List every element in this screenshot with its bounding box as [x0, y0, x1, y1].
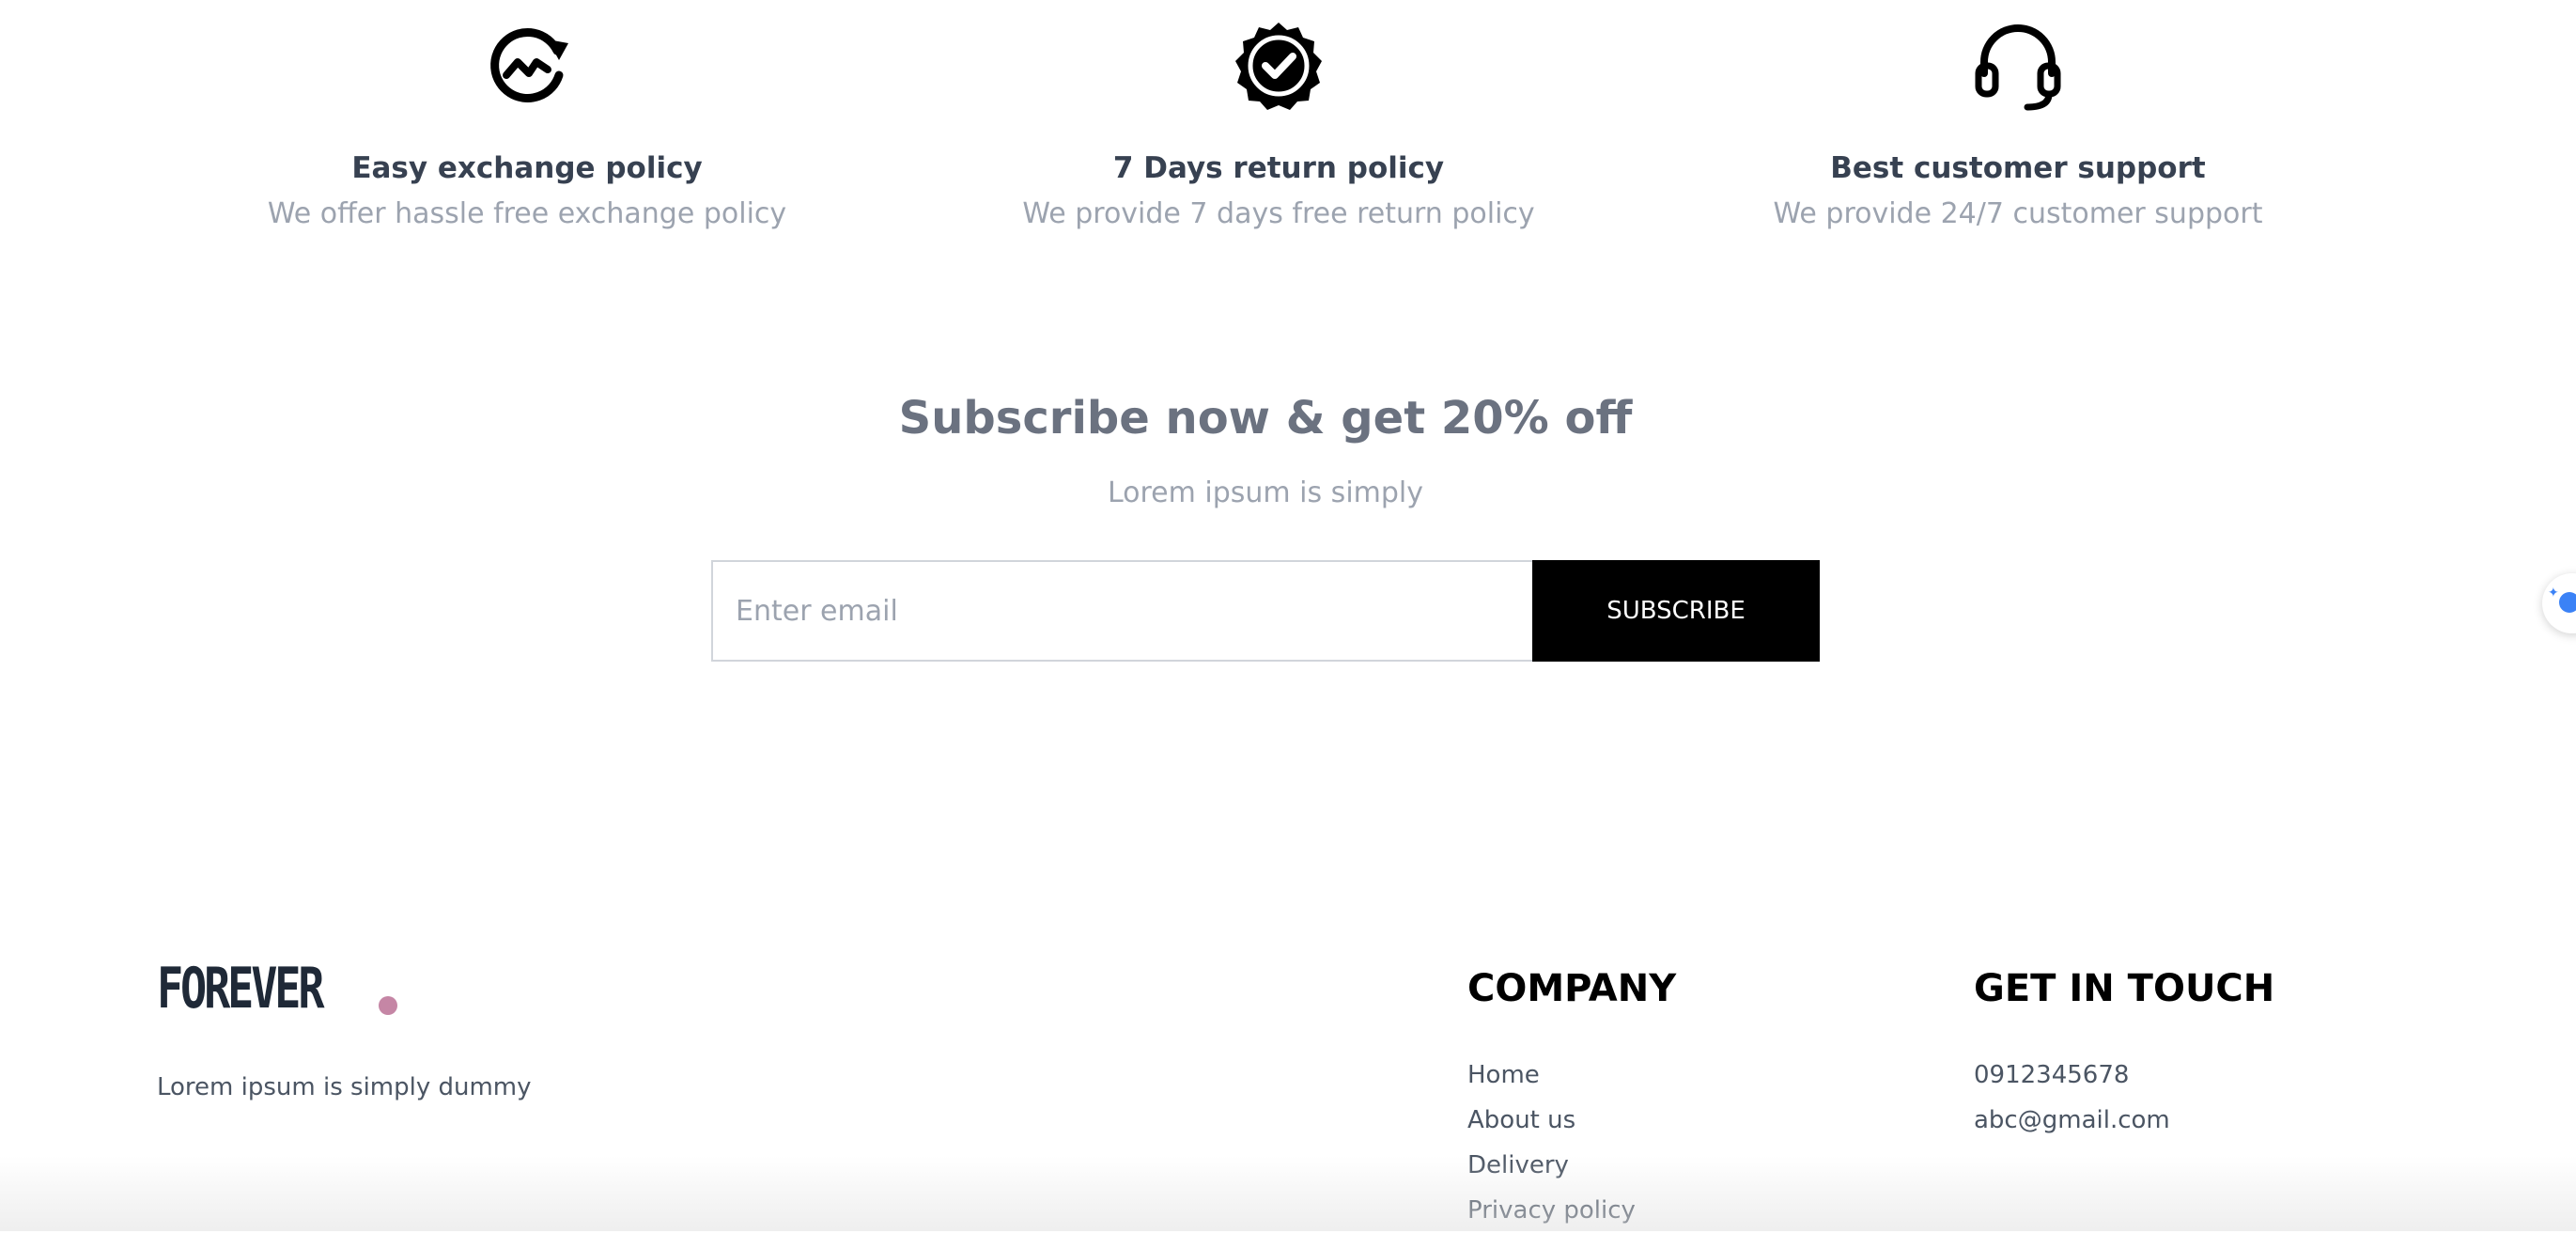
policy-title: Easy exchange policy: [351, 151, 703, 185]
policy-description: We provide 24/7 customer support: [1773, 197, 2263, 230]
policy-title: 7 Days return policy: [1112, 151, 1445, 185]
email-input[interactable]: [711, 560, 1532, 662]
subscribe-title: Subscribe now & get 20% off: [898, 392, 1633, 445]
company-links: Home About us Delivery Privacy policy: [1467, 1053, 1636, 1233]
policy-description: We offer hassle free exchange policy: [267, 197, 787, 230]
exchange-icon: [480, 19, 574, 113]
verified-badge-icon: [1232, 19, 1326, 113]
footer-link-about[interactable]: About us: [1467, 1098, 1636, 1143]
logo-dot: [379, 996, 397, 1015]
contact-heading: GET IN TOUCH: [1974, 967, 2275, 1010]
policy-description: We provide 7 days free return policy: [1022, 197, 1535, 230]
contact-phone[interactable]: 0912345678: [1974, 1053, 2170, 1098]
bottom-shadow: [0, 1156, 2576, 1231]
logo-text: FOREVER: [157, 956, 325, 1022]
widget-icon: [2559, 592, 2576, 613]
subscribe-text: Lorem ipsum is simply: [1107, 476, 1424, 509]
subscribe-button[interactable]: SUBSCRIBE: [1532, 560, 1820, 662]
footer-link-home[interactable]: Home: [1467, 1053, 1636, 1098]
subscribe-form: SUBSCRIBE: [711, 560, 1820, 662]
sparkle-icon: ✦: [2548, 585, 2559, 601]
contact-list: 0912345678 abc@gmail.com: [1974, 1053, 2170, 1143]
footer-description: Lorem ipsum is simply dummy: [157, 1073, 532, 1101]
policy-title: Best customer support: [1830, 151, 2206, 185]
headset-icon: [1971, 19, 2065, 113]
company-heading: COMPANY: [1467, 967, 1677, 1010]
logo[interactable]: FOREVER: [157, 956, 397, 1022]
contact-email[interactable]: abc@gmail.com: [1974, 1098, 2170, 1143]
footer-link-delivery[interactable]: Delivery: [1467, 1143, 1636, 1188]
footer-link-privacy[interactable]: Privacy policy: [1467, 1188, 1636, 1233]
floating-widget-button[interactable]: ✦: [2542, 573, 2576, 633]
